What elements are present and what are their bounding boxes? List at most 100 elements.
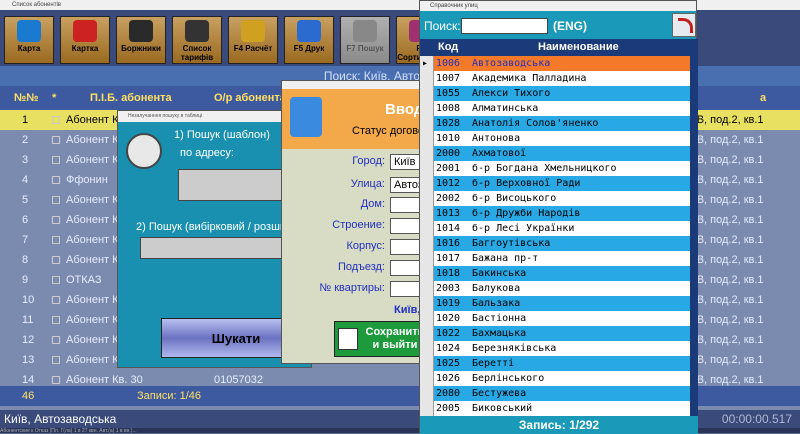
street-row[interactable]: 1006 Автозаводська xyxy=(420,56,690,71)
col-flag[interactable]: * xyxy=(52,86,56,110)
street-name: б-р Верховної Ради xyxy=(472,178,581,189)
toolbar-button[interactable]: Карта xyxy=(4,16,54,64)
street-row[interactable]: 1028 Анатолія Солов'яненко xyxy=(420,116,690,131)
footer-count: 46 xyxy=(22,390,35,402)
group1-label: 1) Пошук (шаблон) xyxy=(174,129,270,141)
save-and-exit-button[interactable]: Сохранить и выйти xyxy=(334,321,427,357)
street-row[interactable]: 1012 б-р Верховної Ради xyxy=(420,176,690,191)
group1-field-label: по адресу: xyxy=(180,147,234,159)
street-row[interactable]: 1010 Антонова xyxy=(420,131,690,146)
street-row[interactable]: 1020 Бастіонна xyxy=(420,311,690,326)
street-code: 1006 xyxy=(436,58,461,69)
street-row[interactable]: 1022 Бахмацька xyxy=(420,326,690,341)
toolbar-icon xyxy=(241,20,265,42)
street-name: Ахматової xyxy=(472,148,527,159)
row-indicator xyxy=(420,341,434,356)
toolbar-button[interactable]: Картка xyxy=(60,16,110,64)
street-row[interactable]: 1016 Баггоутівська xyxy=(420,236,690,251)
row-checkbox[interactable] xyxy=(52,176,60,184)
row-checkbox[interactable] xyxy=(52,316,60,324)
street-code: 1007 xyxy=(436,73,461,84)
street-row[interactable]: 2003 Балукова xyxy=(420,281,690,296)
row-indicator xyxy=(420,146,434,161)
street-row[interactable]: 1017 Бажана пр-т xyxy=(420,251,690,266)
street-code: 2001 xyxy=(436,163,461,174)
street-code: 1013 xyxy=(436,208,461,219)
row-checkbox[interactable] xyxy=(52,216,60,224)
row-indicator xyxy=(420,311,434,326)
street-row[interactable]: 1025 Береттi xyxy=(420,356,690,371)
streets-search-bar: Поиск: (ENG) xyxy=(420,13,698,39)
row-indicator xyxy=(420,116,434,131)
street-row[interactable]: 1024 Березняківська xyxy=(420,341,690,356)
row-checkbox[interactable] xyxy=(52,376,60,384)
street-code: 1016 xyxy=(436,238,461,249)
toolbar-icon xyxy=(185,20,209,42)
row-checkbox[interactable] xyxy=(52,156,60,164)
toolbar-button[interactable]: Список тарифів xyxy=(172,16,222,64)
row-checkbox[interactable] xyxy=(52,256,60,264)
street-row[interactable]: 2005 Биковський xyxy=(420,401,690,416)
save-button-label: Сохранить и выйти xyxy=(365,326,425,351)
row-number: 5 xyxy=(22,194,29,206)
col-name[interactable]: П.І.Б. абонента xyxy=(90,86,172,110)
col-street-name[interactable]: Наименование xyxy=(538,39,619,56)
street-row[interactable]: 1013 б-р Дружби Народів xyxy=(420,206,690,221)
toolbar-button-label: Боржники xyxy=(121,44,161,53)
row-indicator xyxy=(420,101,434,116)
toolbar-button[interactable]: F4 Расчёт xyxy=(228,16,278,64)
street-row[interactable]: 2002 б-р Висоцького xyxy=(420,191,690,206)
street-name: Алекси Тихого xyxy=(472,88,551,99)
street-code: 2000 xyxy=(436,148,461,159)
street-code: 1024 xyxy=(436,343,461,354)
row-checkbox[interactable] xyxy=(52,356,60,364)
toolbar-button[interactable]: F5 Друк xyxy=(284,16,334,64)
street-row[interactable]: 2001 б-р Богдана Хмельницкого xyxy=(420,161,690,176)
street-name: Алматинська xyxy=(472,103,539,114)
col-code[interactable]: Код xyxy=(438,39,458,56)
street-row[interactable]: 2000 Ахматової xyxy=(420,146,690,161)
back-arrow-icon[interactable] xyxy=(672,13,696,37)
street-row[interactable]: 2080 Бестужева xyxy=(420,386,690,401)
col-account[interactable]: О/р абонента xyxy=(214,86,286,110)
row-checkbox[interactable] xyxy=(52,116,60,124)
row-checkbox[interactable] xyxy=(52,276,60,284)
street-row[interactable]: 1026 Берлінського xyxy=(420,371,690,386)
row-indicator xyxy=(420,386,434,401)
street-name: Берлінського xyxy=(472,373,545,384)
streets-search-input[interactable] xyxy=(461,18,548,34)
row-indicator xyxy=(420,401,434,416)
street-row[interactable]: 1055 Алекси Тихого xyxy=(420,86,690,101)
row-checkbox[interactable] xyxy=(52,336,60,344)
col-address-tail[interactable]: а xyxy=(760,86,766,110)
row-checkbox[interactable] xyxy=(52,236,60,244)
map-icon xyxy=(290,97,322,137)
street-name: б-р Висоцького xyxy=(472,193,557,204)
row-name: Абонент К xyxy=(66,114,119,126)
col-number[interactable]: №№ xyxy=(14,86,39,110)
row-checkbox[interactable] xyxy=(52,136,60,144)
street-code: 1022 xyxy=(436,328,461,339)
street-row[interactable]: 1007 Академика Палладина xyxy=(420,71,690,86)
house-label: Дом: xyxy=(360,198,385,210)
floppy-icon xyxy=(338,328,358,350)
toolbar-button-label: Карта xyxy=(17,44,41,53)
toolbar-button[interactable]: Боржники xyxy=(116,16,166,64)
street-row[interactable]: 1008 Алматинська xyxy=(420,101,690,116)
row-name: Ффонин xyxy=(66,174,108,186)
streets-directory-window: Справочник улиц Поиск: (ENG) Код Наимено… xyxy=(419,0,698,434)
street-row[interactable]: 1019 Бальзака xyxy=(420,296,690,311)
row-number: 12 xyxy=(22,334,35,346)
street-row[interactable]: 1018 Бакинська xyxy=(420,266,690,281)
row-indicator xyxy=(420,191,434,206)
street-name: б-р Богдана Хмельницкого xyxy=(472,163,617,174)
street-row[interactable]: 1014 б-р Лесі Українки xyxy=(420,221,690,236)
streets-scrollbar[interactable] xyxy=(690,39,698,416)
street-code: 1012 xyxy=(436,178,461,189)
desktop-edge xyxy=(697,0,800,10)
apartment-label: № квартиры: xyxy=(319,282,385,294)
toolbar-button[interactable]: F7 Пошук xyxy=(340,16,390,64)
row-checkbox[interactable] xyxy=(52,296,60,304)
row-checkbox[interactable] xyxy=(52,196,60,204)
row-name: Абонент К xyxy=(66,354,119,366)
